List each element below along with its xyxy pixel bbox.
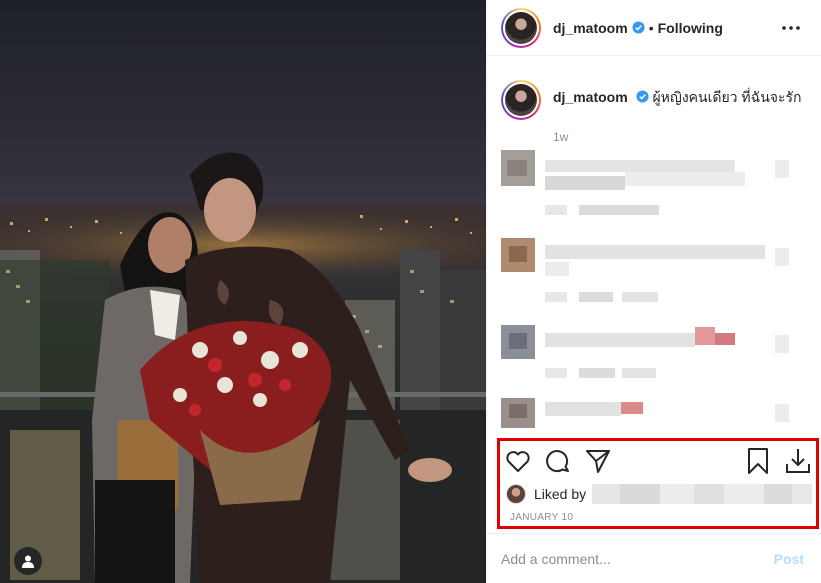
post-actions-section: Liked by JANUARY 10	[497, 438, 819, 529]
liked-by-row: Liked by	[506, 483, 813, 505]
comment-input[interactable]	[501, 550, 774, 567]
post-header: dj_matoom • Following	[487, 0, 821, 56]
caption-text: ผู้หญิงคนเดียว ที่ฉันจะรัก	[652, 89, 802, 105]
author-avatar[interactable]	[501, 7, 541, 48]
author-username[interactable]: dj_matoom	[553, 20, 628, 36]
more-options-icon[interactable]	[779, 16, 803, 40]
following-button[interactable]: Following	[658, 20, 723, 36]
liked-by-users-redacted	[592, 484, 813, 504]
liked-by-label: Liked by	[534, 486, 587, 502]
post-date[interactable]: JANUARY 10	[510, 512, 573, 523]
separator-dot: •	[648, 19, 654, 36]
caption-author-avatar[interactable]	[501, 80, 541, 120]
liker-avatar[interactable]	[506, 484, 526, 504]
tagged-user-icon[interactable]	[14, 547, 42, 575]
caption-username[interactable]: dj_matoom	[553, 89, 628, 105]
post-details-panel: dj_matoom • Following dj_matoom ผู้หญิงค…	[486, 0, 821, 583]
heart-icon[interactable]	[504, 447, 532, 475]
caption-section: dj_matoom ผู้หญิงคนเดียว ที่ฉันจะรัก 1w	[487, 56, 821, 144]
verified-badge-icon	[636, 90, 649, 103]
post-time-ago[interactable]: 1w	[553, 130, 807, 144]
action-icons-row	[504, 447, 812, 477]
bookmark-icon[interactable]	[744, 447, 772, 475]
caption: dj_matoom ผู้หญิงคนเดียว ที่ฉันจะรัก	[553, 80, 802, 106]
post-photo[interactable]	[0, 0, 486, 583]
post-comment-button[interactable]: Post	[774, 551, 804, 567]
download-icon[interactable]	[784, 447, 812, 475]
photo-illustration	[0, 0, 486, 583]
comment-bubble-icon[interactable]	[544, 447, 572, 475]
verified-badge-icon	[632, 21, 645, 34]
paper-plane-icon[interactable]	[584, 447, 612, 475]
add-comment-bar: Post	[487, 533, 821, 583]
